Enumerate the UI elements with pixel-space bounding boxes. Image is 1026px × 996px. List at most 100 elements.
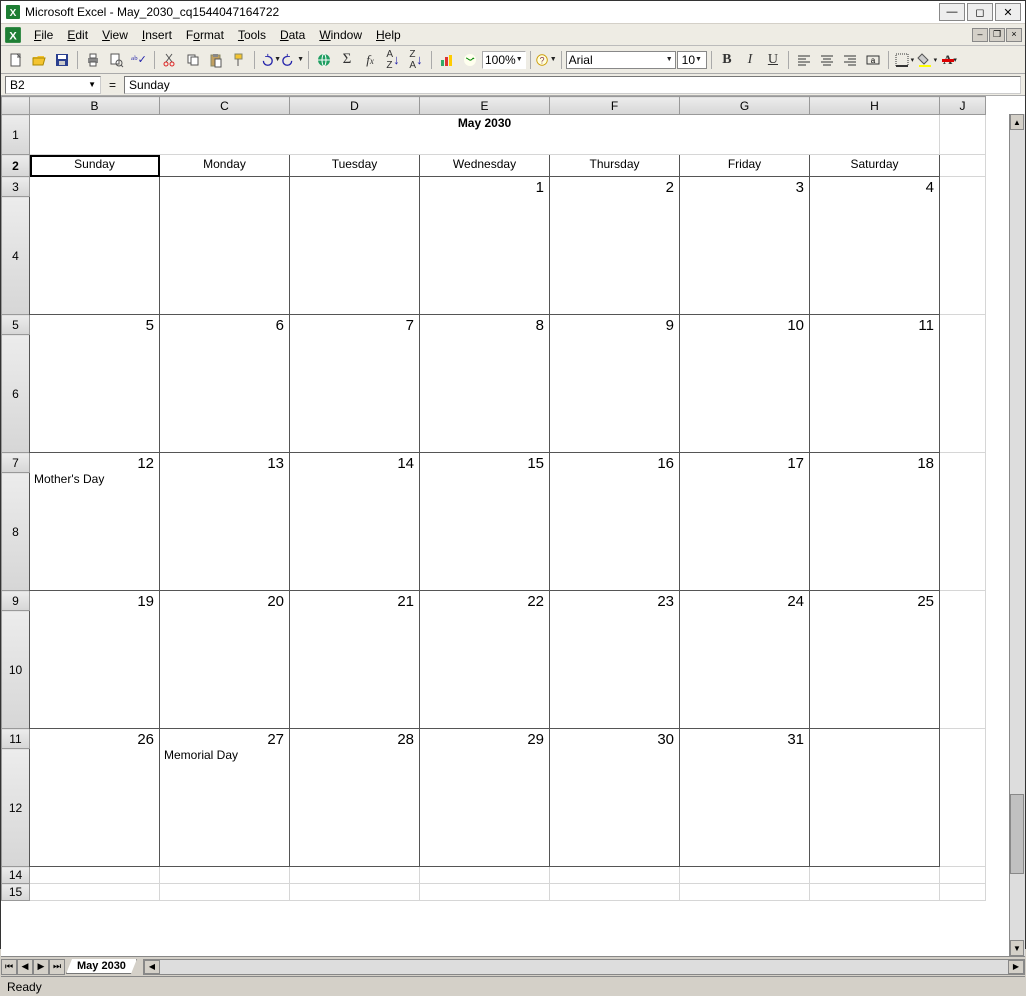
print-preview-icon[interactable] — [105, 49, 127, 71]
calendar-title[interactable]: May 2030 — [30, 115, 940, 155]
help-icon[interactable]: ?▼ — [535, 49, 557, 71]
calendar-cell[interactable]: 20 — [160, 591, 290, 729]
zoom-dropdown[interactable]: 100%▼ — [482, 51, 526, 69]
menu-edit[interactable]: Edit — [60, 26, 95, 44]
hyperlink-icon[interactable] — [313, 49, 335, 71]
vertical-scrollbar[interactable]: ▲ ▼ — [1009, 114, 1025, 956]
row-header[interactable]: 3 — [2, 177, 30, 197]
calendar-cell[interactable] — [160, 177, 290, 315]
calendar-cell[interactable]: 10 — [680, 315, 810, 453]
spellcheck-icon[interactable]: ᵃᵇ✓ — [128, 49, 150, 71]
calendar-cell[interactable]: 1 — [420, 177, 550, 315]
row-header[interactable]: 9 — [2, 591, 30, 611]
row-header[interactable]: 7 — [2, 453, 30, 473]
row-header[interactable]: 4 — [2, 197, 30, 315]
scroll-left-button[interactable]: ◀ — [144, 960, 160, 974]
print-icon[interactable] — [82, 49, 104, 71]
undo-icon[interactable]: ▼ — [259, 49, 281, 71]
menu-tools[interactable]: Tools — [231, 26, 273, 44]
calendar-cell[interactable] — [290, 177, 420, 315]
name-box[interactable]: B2 ▼ — [5, 76, 101, 94]
column-header[interactable]: H — [810, 97, 940, 115]
calendar-cell[interactable]: 24 — [680, 591, 810, 729]
row-header[interactable]: 2 — [2, 155, 30, 177]
underline-button[interactable]: U — [762, 49, 784, 71]
calendar-cell[interactable]: 23 — [550, 591, 680, 729]
menu-data[interactable]: Data — [273, 26, 312, 44]
menu-insert[interactable]: Insert — [135, 26, 179, 44]
column-header[interactable]: B — [30, 97, 160, 115]
vertical-scroll-thumb[interactable] — [1010, 794, 1024, 874]
close-button[interactable]: ✕ — [995, 3, 1021, 21]
scroll-up-button[interactable]: ▲ — [1010, 114, 1024, 130]
day-header[interactable]: Thursday — [550, 155, 680, 177]
menu-view[interactable]: View — [95, 26, 135, 44]
formula-input[interactable]: Sunday — [124, 76, 1021, 94]
calendar-cell[interactable]: 27Memorial Day — [160, 729, 290, 867]
calendar-cell[interactable]: 12Mother's Day — [30, 453, 160, 591]
menu-file[interactable]: File — [27, 26, 60, 44]
scroll-right-button[interactable]: ▶ — [1008, 960, 1024, 974]
mdi-close-button[interactable]: × — [1006, 28, 1022, 42]
day-header[interactable]: Monday — [160, 155, 290, 177]
calendar-cell[interactable]: 7 — [290, 315, 420, 453]
minimize-button[interactable]: — — [939, 3, 965, 21]
column-header[interactable]: G — [680, 97, 810, 115]
calendar-cell[interactable]: 6 — [160, 315, 290, 453]
calendar-cell[interactable]: 18 — [810, 453, 940, 591]
calendar-cell[interactable]: 28 — [290, 729, 420, 867]
italic-button[interactable]: I — [739, 49, 761, 71]
day-header[interactable]: Sunday — [30, 155, 160, 177]
menu-window[interactable]: Window — [312, 26, 369, 44]
align-left-icon[interactable] — [793, 49, 815, 71]
spreadsheet-grid[interactable]: BCDEFGHJ1May 20302SundayMondayTuesdayWed… — [1, 96, 1025, 956]
font-color-icon[interactable]: A▾ — [939, 49, 961, 71]
cut-icon[interactable] — [159, 49, 181, 71]
row-header[interactable]: 6 — [2, 335, 30, 453]
row-header[interactable]: 11 — [2, 729, 30, 749]
calendar-cell[interactable]: 3 — [680, 177, 810, 315]
maximize-button[interactable]: ◻ — [967, 3, 993, 21]
day-header[interactable]: Tuesday — [290, 155, 420, 177]
mdi-restore-button[interactable]: ❐ — [989, 28, 1005, 42]
row-header[interactable]: 1 — [2, 115, 30, 155]
formula-equals[interactable]: = — [109, 78, 116, 92]
chart-wizard-icon[interactable] — [436, 49, 458, 71]
calendar-cell[interactable]: 17 — [680, 453, 810, 591]
row-header[interactable]: 10 — [2, 611, 30, 729]
map-icon[interactable] — [459, 49, 481, 71]
font-size-dropdown[interactable]: 10▼ — [677, 51, 707, 69]
calendar-cell[interactable]: 5 — [30, 315, 160, 453]
calendar-cell[interactable]: 30 — [550, 729, 680, 867]
font-dropdown[interactable]: Arial▼ — [566, 51, 676, 69]
row-header[interactable]: 12 — [2, 749, 30, 867]
sheet-tab[interactable]: May 2030 — [66, 959, 137, 974]
calendar-cell[interactable]: 9 — [550, 315, 680, 453]
name-box-dropdown-icon[interactable]: ▼ — [88, 80, 96, 89]
calendar-cell[interactable]: 11 — [810, 315, 940, 453]
new-icon[interactable] — [5, 49, 27, 71]
align-right-icon[interactable] — [839, 49, 861, 71]
save-icon[interactable] — [51, 49, 73, 71]
column-header[interactable]: F — [550, 97, 680, 115]
paste-icon[interactable] — [205, 49, 227, 71]
calendar-cell[interactable]: 22 — [420, 591, 550, 729]
merge-center-icon[interactable]: a — [862, 49, 884, 71]
tab-nav-next[interactable]: ▶ — [33, 959, 49, 975]
column-header[interactable]: J — [940, 97, 986, 115]
calendar-cell[interactable] — [810, 729, 940, 867]
calendar-cell[interactable]: 25 — [810, 591, 940, 729]
fill-color-icon[interactable]: ▾ — [916, 49, 938, 71]
mdi-minimize-button[interactable]: – — [972, 28, 988, 42]
tab-nav-first[interactable]: ⏮ — [1, 959, 17, 975]
calendar-cell[interactable]: 21 — [290, 591, 420, 729]
bold-button[interactable]: B — [716, 49, 738, 71]
day-header[interactable]: Wednesday — [420, 155, 550, 177]
sort-desc-icon[interactable]: ZA↓ — [405, 49, 427, 71]
row-header[interactable]: 5 — [2, 315, 30, 335]
borders-icon[interactable]: ▾ — [893, 49, 915, 71]
calendar-cell[interactable]: 13 — [160, 453, 290, 591]
calendar-cell[interactable]: 14 — [290, 453, 420, 591]
calendar-cell[interactable]: 29 — [420, 729, 550, 867]
column-header[interactable]: E — [420, 97, 550, 115]
